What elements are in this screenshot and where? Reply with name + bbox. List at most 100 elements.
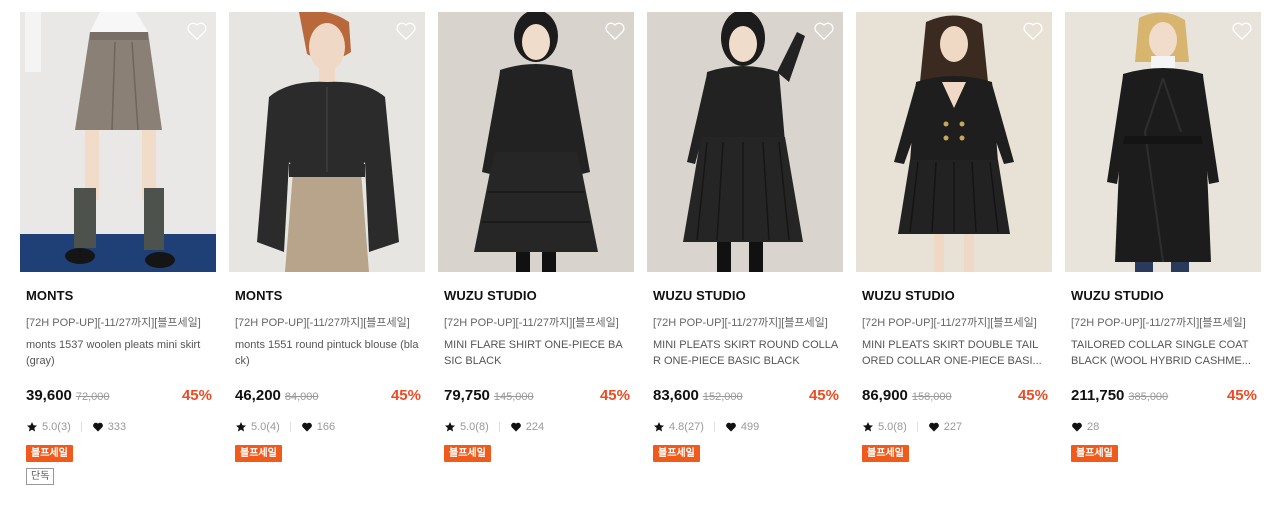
sale-badge: 블프세일 bbox=[1071, 445, 1118, 462]
original-price: 385,000 bbox=[1128, 391, 1169, 403]
price-row: 79,750 145,000 45% bbox=[444, 387, 630, 407]
product-card[interactable]: MONTS [72H POP-UP][-11/27까지][블프세일] monts… bbox=[229, 12, 425, 497]
like-count: 28 bbox=[1087, 421, 1100, 433]
review-stats: 4.8(27) 499 bbox=[653, 420, 759, 434]
price-row: 86,900 158,000 45% bbox=[862, 387, 1048, 407]
product-image[interactable] bbox=[856, 12, 1052, 272]
rating-value: 5.0(8) bbox=[460, 421, 489, 433]
brand-name[interactable]: MONTS bbox=[26, 288, 73, 303]
original-price: 158,000 bbox=[911, 391, 952, 403]
like-count: 166 bbox=[316, 421, 336, 433]
like-count: 499 bbox=[740, 421, 760, 433]
rating-value: 5.0(3) bbox=[42, 421, 71, 433]
product-name[interactable]: monts 1537 woolen pleats mini skirt (gra… bbox=[26, 337, 212, 369]
original-price: 145,000 bbox=[493, 391, 534, 403]
review-stats: 5.0(8) 227 bbox=[862, 420, 962, 434]
price-row: 46,200 84,000 45% bbox=[235, 387, 421, 407]
sale-price: 46,200 bbox=[235, 387, 281, 404]
discount-rate: 45% bbox=[1226, 387, 1257, 404]
promo-tag[interactable]: [72H POP-UP][-11/27까지][블프세일] bbox=[26, 314, 214, 330]
promo-tag[interactable]: [72H POP-UP][-11/27까지][블프세일] bbox=[653, 314, 841, 330]
star-icon bbox=[27, 422, 37, 432]
review-stats: 28 bbox=[1071, 420, 1099, 434]
discount-rate: 45% bbox=[808, 387, 839, 404]
heart-filled-icon bbox=[928, 422, 939, 432]
sale-price: 211,750 bbox=[1071, 387, 1125, 404]
product-name[interactable]: MINI PLEATS SKIRT DOUBLE TAIL ORED COLLA… bbox=[862, 337, 1048, 369]
star-icon bbox=[654, 422, 664, 432]
product-image[interactable] bbox=[647, 12, 843, 272]
product-image[interactable] bbox=[1065, 12, 1261, 272]
star-icon bbox=[863, 422, 873, 432]
heart-filled-icon bbox=[725, 422, 736, 432]
promo-tag[interactable]: [72H POP-UP][-11/27까지][블프세일] bbox=[862, 314, 1050, 330]
product-card[interactable]: WUZU STUDIO [72H POP-UP][-11/27까지][블프세일]… bbox=[438, 12, 634, 497]
brand-name[interactable]: WUZU STUDIO bbox=[862, 288, 955, 303]
rating-value: 4.8(27) bbox=[669, 421, 704, 433]
product-card[interactable]: WUZU STUDIO [72H POP-UP][-11/27까지][블프세일]… bbox=[647, 12, 843, 497]
sale-badge: 블프세일 bbox=[653, 445, 700, 462]
brand-name[interactable]: WUZU STUDIO bbox=[1071, 288, 1164, 303]
brand-name[interactable]: MONTS bbox=[235, 288, 282, 303]
product-image[interactable] bbox=[20, 12, 216, 272]
product-name[interactable]: MINI PLEATS SKIRT ROUND COLLAR ONE-PIECE… bbox=[653, 337, 839, 369]
review-stats: 5.0(8) 224 bbox=[444, 420, 544, 434]
sale-price: 83,600 bbox=[653, 387, 699, 404]
sale-badge: 블프세일 bbox=[862, 445, 909, 462]
divider bbox=[713, 422, 715, 432]
discount-rate: 45% bbox=[181, 387, 212, 404]
review-stats: 5.0(4) 166 bbox=[235, 420, 335, 434]
product-grid: MONTS [72H POP-UP][-11/27까지][블프세일] monts… bbox=[20, 12, 1261, 502]
product-name-line: BLACK (WOOL HYBRID CASHME... bbox=[1071, 355, 1251, 367]
wishlist-heart-icon[interactable] bbox=[813, 20, 835, 42]
sale-badge: 블프세일 bbox=[444, 445, 491, 462]
product-name-line: ORED COLLAR ONE-PIECE BASI... bbox=[862, 355, 1042, 367]
product-name[interactable]: monts 1551 round pintuck blouse (black) bbox=[235, 337, 421, 369]
discount-rate: 45% bbox=[390, 387, 421, 404]
product-name-line: TAILORED COLLAR SINGLE COAT bbox=[1071, 339, 1249, 351]
divider bbox=[289, 422, 291, 432]
sale-price: 86,900 bbox=[862, 387, 908, 404]
product-card[interactable]: WUZU STUDIO [72H POP-UP][-11/27까지][블프세일]… bbox=[856, 12, 1052, 497]
heart-filled-icon bbox=[1072, 422, 1082, 432]
original-price: 84,000 bbox=[284, 391, 319, 403]
divider bbox=[498, 422, 500, 432]
heart-filled-icon bbox=[92, 422, 103, 432]
product-image[interactable] bbox=[229, 12, 425, 272]
price-row: 211,750 385,000 45% bbox=[1071, 387, 1257, 407]
original-price: 152,000 bbox=[702, 391, 743, 403]
star-icon bbox=[445, 422, 455, 432]
discount-rate: 45% bbox=[599, 387, 630, 404]
review-stats: 5.0(3) 333 bbox=[26, 420, 126, 434]
price-row: 83,600 152,000 45% bbox=[653, 387, 839, 407]
divider bbox=[80, 422, 82, 432]
wishlist-heart-icon[interactable] bbox=[1231, 20, 1253, 42]
product-name[interactable]: TAILORED COLLAR SINGLE COAT BLACK (WOOL … bbox=[1071, 337, 1257, 369]
product-image[interactable] bbox=[438, 12, 634, 272]
wishlist-heart-icon[interactable] bbox=[395, 20, 417, 42]
product-name-line: MINI PLEATS SKIRT DOUBLE TAIL bbox=[862, 339, 1039, 351]
discount-rate: 45% bbox=[1017, 387, 1048, 404]
exclusive-badge: 단독 bbox=[26, 468, 55, 485]
promo-tag[interactable]: [72H POP-UP][-11/27까지][블프세일] bbox=[235, 314, 423, 330]
sale-badge: 블프세일 bbox=[26, 445, 73, 462]
promo-tag[interactable]: [72H POP-UP][-11/27까지][블프세일] bbox=[1071, 314, 1259, 330]
wishlist-heart-icon[interactable] bbox=[604, 20, 626, 42]
wishlist-heart-icon[interactable] bbox=[1022, 20, 1044, 42]
rating-value: 5.0(4) bbox=[251, 421, 280, 433]
divider bbox=[916, 422, 918, 432]
product-card[interactable]: WUZU STUDIO [72H POP-UP][-11/27까지][블프세일]… bbox=[1065, 12, 1261, 497]
sale-badge: 블프세일 bbox=[235, 445, 282, 462]
brand-name[interactable]: WUZU STUDIO bbox=[444, 288, 537, 303]
sale-price: 39,600 bbox=[26, 387, 72, 404]
like-count: 224 bbox=[525, 421, 545, 433]
heart-filled-icon bbox=[510, 422, 521, 432]
price-row: 39,600 72,000 45% bbox=[26, 387, 212, 407]
promo-tag[interactable]: [72H POP-UP][-11/27까지][블프세일] bbox=[444, 314, 632, 330]
wishlist-heart-icon[interactable] bbox=[186, 20, 208, 42]
like-count: 227 bbox=[943, 421, 963, 433]
product-name[interactable]: MINI FLARE SHIRT ONE-PIECE BASIC BLACK bbox=[444, 337, 630, 369]
brand-name[interactable]: WUZU STUDIO bbox=[653, 288, 746, 303]
like-count: 333 bbox=[107, 421, 127, 433]
product-card[interactable]: MONTS [72H POP-UP][-11/27까지][블프세일] monts… bbox=[20, 12, 216, 497]
